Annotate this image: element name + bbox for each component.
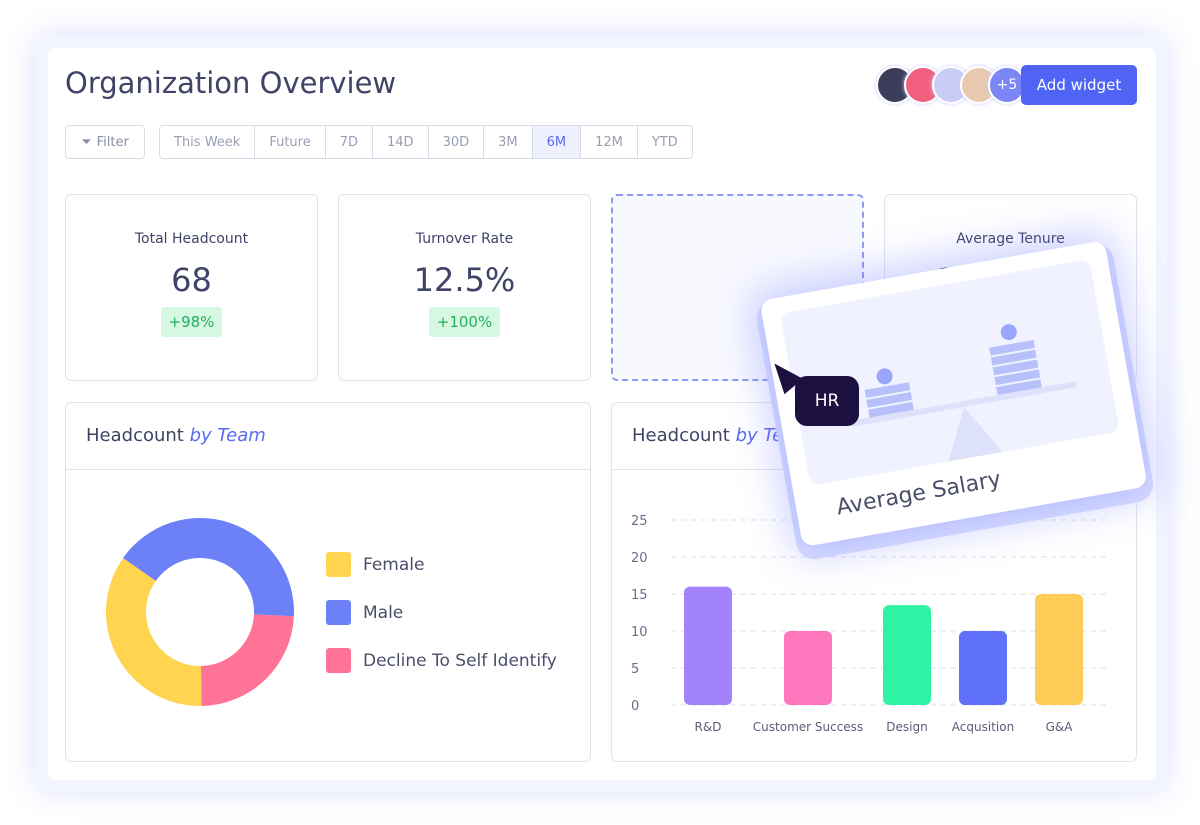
y-tick-label: 5	[631, 662, 639, 677]
x-tick-label: Design	[886, 720, 927, 734]
filter-label: Filter	[96, 134, 129, 150]
legend-swatch	[326, 552, 351, 577]
legend-swatch	[326, 600, 351, 625]
page-title: Organization Overview	[65, 66, 397, 100]
range-tab[interactable]: This Week	[160, 126, 254, 158]
donut-slice-male	[122, 518, 294, 617]
salary-illustration	[780, 259, 1120, 486]
legend-item: Female	[326, 552, 557, 577]
range-tab[interactable]: 6M	[531, 126, 581, 158]
date-range-tabs: This Week Future 7D 14D 30D 3M 6M 12M YTD	[159, 125, 693, 159]
bar-chart: 0 5 10 15 20 25 R&D Customer Success Design Acqus…	[631, 514, 1111, 734]
x-tick-label: Acqusition	[952, 720, 1014, 734]
bar-Design	[883, 605, 931, 705]
legend-item: Male	[326, 600, 557, 625]
range-tab[interactable]: YTD	[636, 126, 692, 158]
sad-coin-icon	[876, 368, 893, 385]
range-tab[interactable]: 30D	[427, 126, 484, 158]
change-badge: +100%	[428, 307, 501, 337]
add-widget-button[interactable]: Add widget	[1021, 65, 1137, 105]
bar-Acqusition	[959, 631, 1007, 705]
range-tab[interactable]: Future	[254, 126, 324, 158]
donut-slice-decline-to-self-identify	[200, 614, 294, 706]
filter-button[interactable]: ⏷ Filter	[65, 125, 145, 159]
avatar-group[interactable]: +5	[876, 66, 1026, 104]
y-tick-label: 15	[631, 588, 648, 603]
x-tick-label: Customer Success	[753, 720, 863, 734]
metric-label: Total Headcount	[134, 231, 249, 247]
donut-legend: Female Male Decline To Self Identify	[326, 552, 557, 696]
range-tab[interactable]: 3M	[483, 126, 532, 158]
range-tab[interactable]: 14D	[372, 126, 428, 158]
x-tick-label: G&A	[1046, 720, 1074, 734]
legend-label: Male	[363, 602, 404, 623]
donut-slice-female	[105, 558, 202, 706]
metric-value: 68	[171, 261, 212, 299]
card-title: Headcount by Team	[66, 403, 590, 470]
bar-G&A	[1035, 594, 1083, 705]
legend-label: Female	[363, 554, 425, 575]
bar-R&D	[684, 586, 732, 705]
donut-chart	[105, 518, 294, 706]
legend-swatch	[326, 648, 351, 673]
metric-card-turnover: Turnover Rate 12.5% +100%	[338, 194, 591, 381]
change-badge: +98%	[160, 307, 223, 337]
legend-label: Decline To Self Identify	[363, 650, 557, 671]
y-tick-label: 0	[631, 699, 639, 714]
metric-value: 12.5%	[413, 261, 516, 299]
range-tab[interactable]: 12M	[580, 126, 637, 158]
filter-icon: ⏷	[81, 134, 92, 150]
y-tick-label: 25	[631, 514, 648, 529]
y-tick-label: 20	[631, 551, 648, 566]
hr-cursor-badge: HR	[795, 376, 859, 426]
legend-item: Decline To Self Identify	[326, 648, 557, 673]
dollar-coin-icon	[1000, 324, 1017, 341]
metric-label: Turnover Rate	[415, 231, 514, 247]
range-tab[interactable]: 7D	[324, 126, 372, 158]
bar-Customer Success	[784, 631, 832, 705]
y-tick-label: 10	[631, 625, 648, 640]
x-tick-label: R&D	[695, 720, 722, 734]
metric-card-headcount: Total Headcount 68 +98%	[65, 194, 318, 381]
